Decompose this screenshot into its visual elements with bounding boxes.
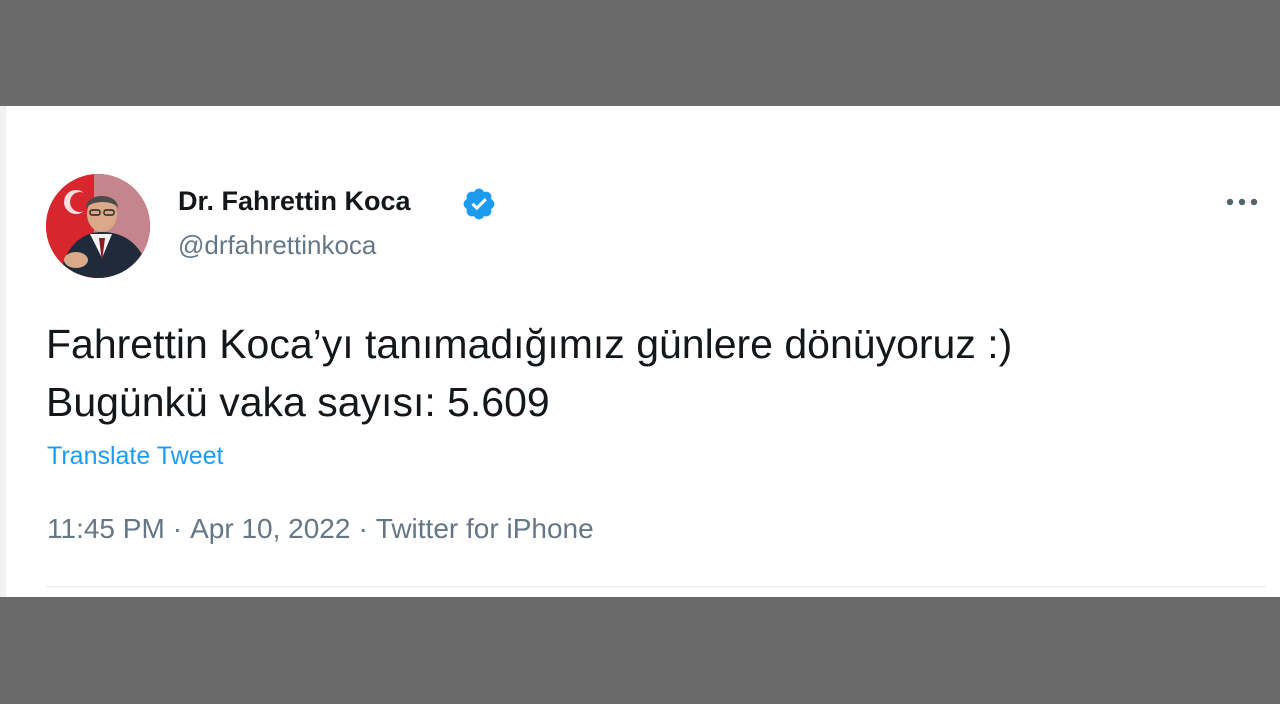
separator: · — [358, 513, 368, 544]
tweet-source[interactable]: Twitter for iPhone — [376, 513, 594, 544]
more-options-button[interactable] — [1222, 186, 1262, 218]
tweet-date[interactable]: Apr 10, 2022 — [190, 513, 350, 544]
verified-badge-icon — [461, 186, 497, 222]
tweet-metadata: 11:45 PM · Apr 10, 2022 · Twitter for iPhone — [47, 513, 594, 545]
translate-tweet-link[interactable]: Translate Tweet — [47, 442, 223, 471]
avatar[interactable] — [46, 174, 150, 278]
tweet-card: Dr. Fahrettin Koca @drfahrettinkoca Fahr… — [0, 106, 1280, 597]
tweet-time[interactable]: 11:45 PM — [47, 513, 165, 544]
author-display-name[interactable]: Dr. Fahrettin Koca — [178, 186, 411, 217]
separator: · — [172, 513, 183, 544]
top-backdrop — [0, 0, 1280, 106]
avatar-image — [46, 174, 150, 278]
bottom-backdrop — [0, 597, 1280, 704]
tweet-text: Fahrettin Koca’yı tanımadığımız günlere … — [46, 315, 1246, 431]
tweet-text-line: Bugünkü vaka sayısı: 5.609 — [46, 379, 550, 425]
more-horizontal-icon — [1226, 198, 1258, 206]
tweet-text-line: Fahrettin Koca’yı tanımadığımız günlere … — [46, 321, 1013, 367]
divider — [46, 586, 1266, 587]
author-handle[interactable]: @drfahrettinkoca — [178, 230, 376, 261]
